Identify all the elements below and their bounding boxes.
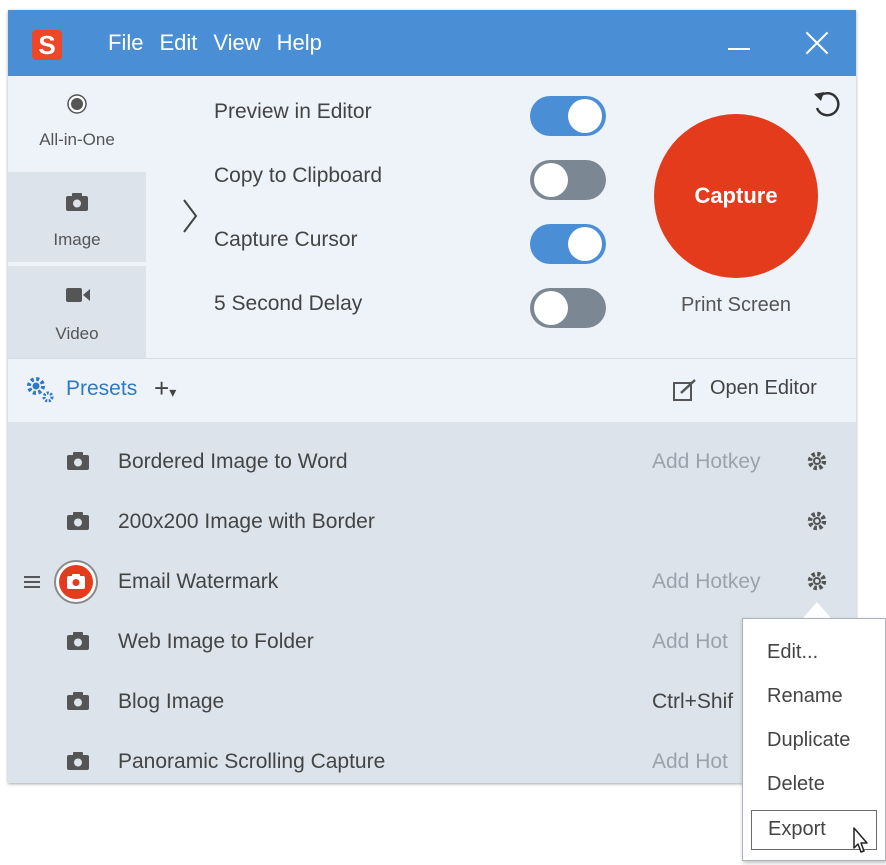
gear-icon[interactable] (806, 510, 828, 532)
context-menu-caret (803, 602, 831, 618)
open-editor-icon[interactable] (672, 378, 698, 402)
preset-row[interactable]: 200x200 Image with Border (8, 492, 856, 552)
title-bar: S File Edit View Help (8, 10, 856, 76)
close-icon[interactable] (804, 30, 830, 56)
gear-icon[interactable] (806, 450, 828, 472)
tab-video[interactable]: Video (8, 266, 146, 358)
camera-icon (67, 512, 89, 530)
mouse-pointer-icon (853, 827, 868, 853)
add-preset-button[interactable]: +▾ (154, 373, 176, 404)
menu-edit[interactable]: Edit (159, 30, 197, 56)
preset-row[interactable]: Panoramic Scrolling Capture Add Hot (8, 732, 856, 783)
reset-icon[interactable] (810, 88, 844, 122)
snagit-capture-window: S File Edit View Help All-in-One Image V… (8, 10, 856, 783)
preset-name: Panoramic Scrolling Capture (118, 750, 386, 773)
capture-panel: All-in-One Image Video Preview in Editor… (8, 76, 856, 358)
option-copy-to-clipboard-label: Copy to Clipboard (214, 164, 383, 187)
menu-view[interactable]: View (213, 30, 260, 56)
video-camera-icon (66, 288, 90, 302)
capture-shortcut-label: Print Screen (680, 294, 792, 316)
radio-dot-icon (67, 94, 87, 114)
hotkey-value[interactable]: Ctrl+Shif (652, 690, 733, 714)
option-preview-in-editor-label: Preview in Editor (214, 100, 372, 123)
menu-item-edit[interactable]: Edit... (767, 641, 818, 664)
camera-icon (67, 632, 89, 650)
toggle-delay[interactable] (530, 288, 606, 328)
preset-row[interactable]: Web Image to Folder Add Hot (8, 612, 856, 672)
add-preset-label: + (154, 373, 170, 403)
menu-item-rename[interactable]: Rename (767, 685, 843, 708)
camera-icon (66, 193, 88, 211)
add-hotkey-link[interactable]: Add Hot (652, 630, 728, 654)
preset-context-menu: Edit... Rename Duplicate Delete Export (742, 618, 886, 861)
preset-row[interactable]: Blog Image Ctrl+Shif (8, 672, 856, 732)
menu-help[interactable]: Help (277, 30, 322, 56)
minimize-icon[interactable] (728, 48, 750, 50)
menu-item-duplicate[interactable]: Duplicate (767, 729, 850, 752)
add-hotkey-link[interactable]: Add Hot (652, 750, 728, 774)
dropdown-caret-icon: ▾ (169, 384, 177, 400)
snagit-logo-icon: S (32, 30, 62, 60)
add-hotkey-link[interactable]: Add Hotkey (652, 570, 761, 594)
preset-name: Web Image to Folder (118, 630, 314, 653)
toggle-copy-to-clipboard[interactable] (530, 160, 606, 200)
selected-preset-icon (54, 560, 98, 604)
drag-handle-icon[interactable] (24, 576, 40, 588)
tab-image-label: Image (53, 230, 101, 249)
tab-all-in-one[interactable]: All-in-One (8, 76, 146, 166)
preset-row[interactable]: Bordered Image to Word Add Hotkey (8, 432, 856, 492)
preset-name: Blog Image (118, 690, 225, 713)
camera-icon (67, 574, 85, 589)
preset-list: Bordered Image to Word Add Hotkey 200x20… (8, 422, 856, 783)
menu-bar: File Edit View Help (108, 30, 338, 56)
tab-all-in-one-label: All-in-One (39, 130, 115, 149)
chevron-right-icon[interactable] (180, 196, 200, 236)
presets-bar: Presets +▾ Open Editor (8, 358, 856, 422)
option-capture-cursor-label: Capture Cursor (214, 228, 358, 251)
toggle-capture-cursor[interactable] (530, 224, 606, 264)
menu-file[interactable]: File (108, 30, 143, 56)
capture-mode-tabs: All-in-One Image Video (8, 76, 146, 358)
gear-icon[interactable] (806, 570, 828, 592)
camera-icon (67, 452, 89, 470)
menu-item-delete[interactable]: Delete (767, 773, 825, 796)
open-editor-button[interactable]: Open Editor (710, 377, 817, 400)
capture-button[interactable]: Capture (654, 114, 818, 278)
tab-video-label: Video (55, 324, 99, 343)
presets-label[interactable]: Presets (66, 377, 137, 401)
option-delay-label: 5 Second Delay (214, 292, 363, 315)
camera-icon (67, 752, 89, 770)
preset-name: Bordered Image to Word (118, 450, 348, 473)
toggle-preview-in-editor[interactable] (530, 96, 606, 136)
preset-row-selected[interactable]: Email Watermark Add Hotkey (8, 552, 856, 612)
presets-gear-icon[interactable] (24, 375, 56, 405)
preset-name: Email Watermark (118, 570, 279, 593)
camera-icon (67, 692, 89, 710)
preset-name: 200x200 Image with Border (118, 510, 375, 533)
tab-image[interactable]: Image (8, 172, 146, 262)
add-hotkey-link[interactable]: Add Hotkey (652, 450, 761, 474)
